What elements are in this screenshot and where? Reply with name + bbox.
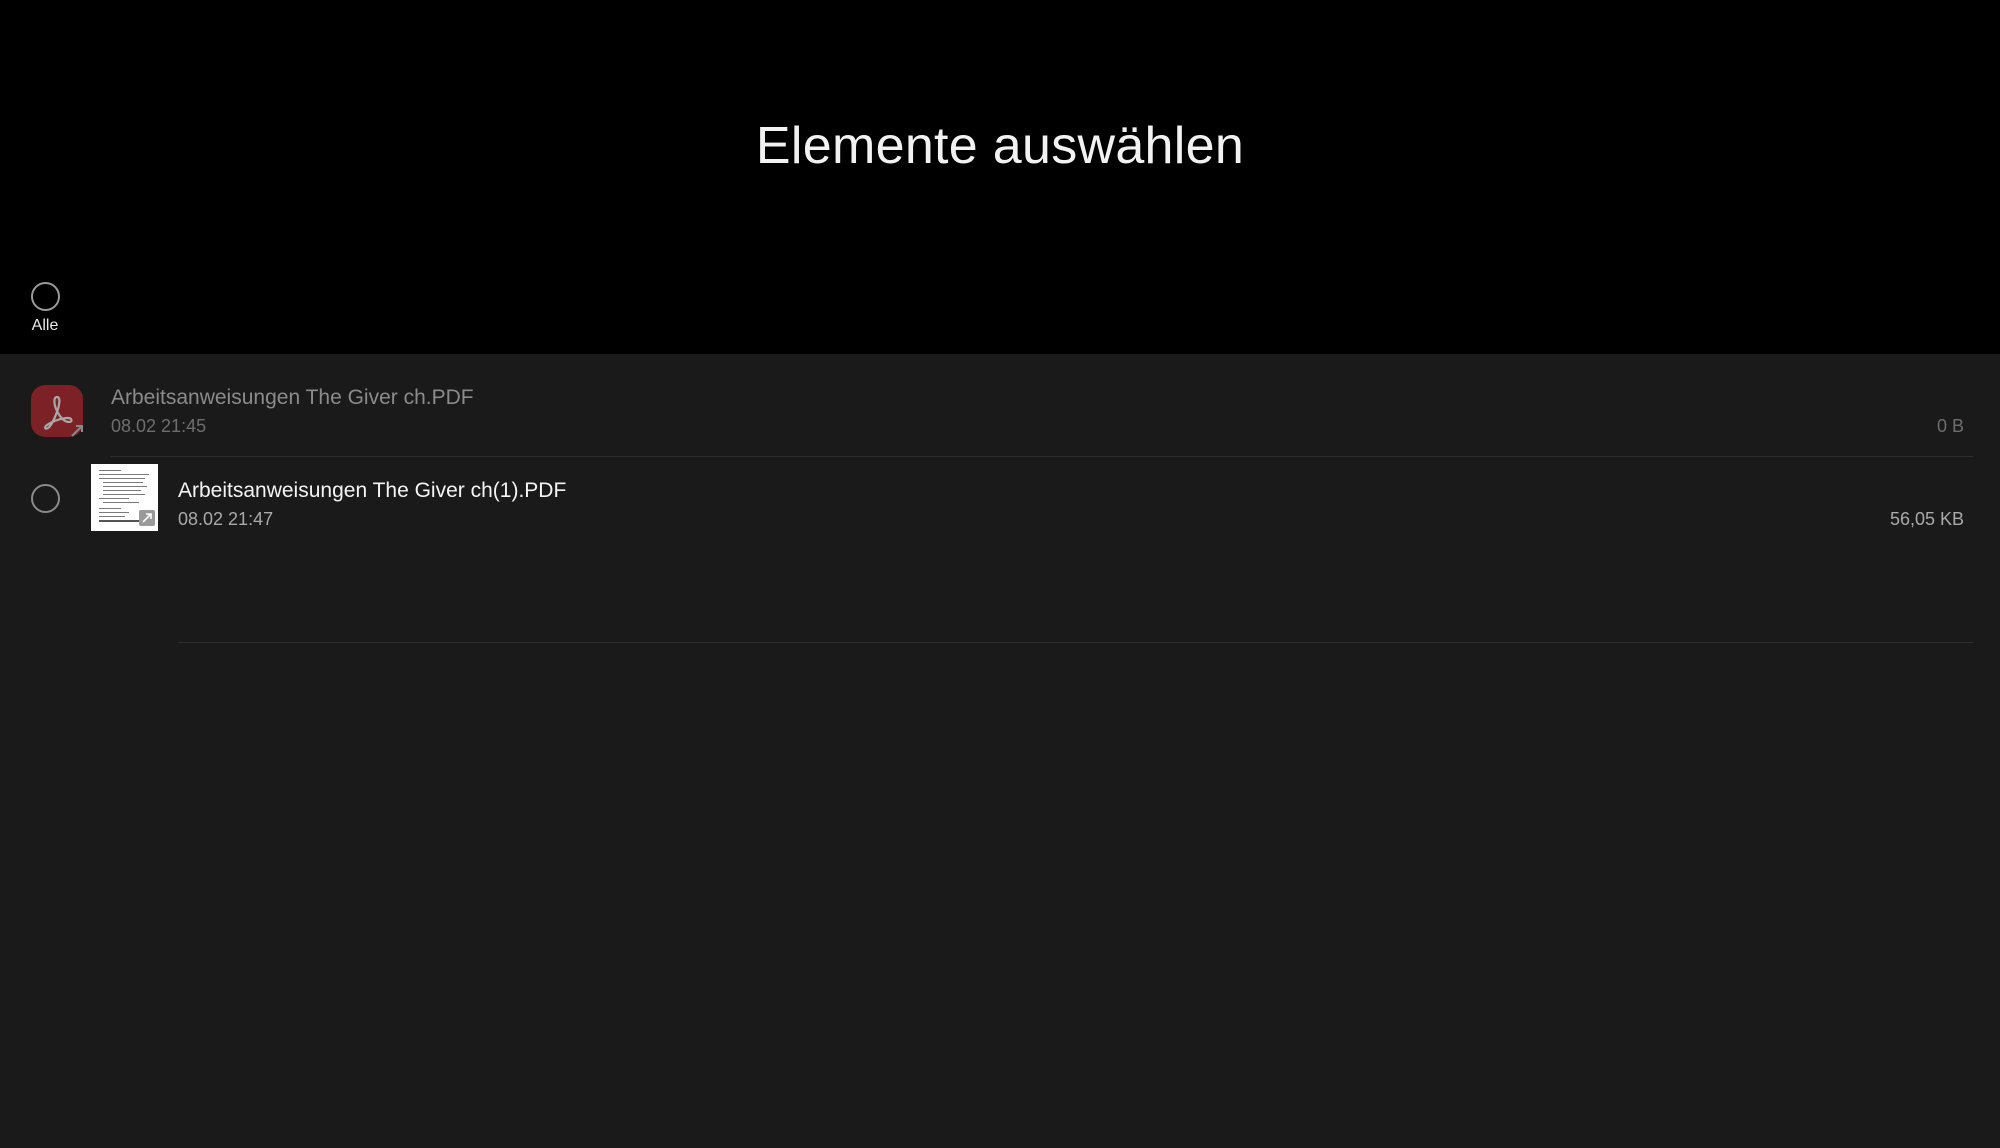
divider [178,642,1973,643]
file-size: 56,05 KB [1889,509,1964,529]
select-all-label: Alle [31,317,59,334]
select-all-radio[interactable] [30,282,60,311]
list-item: Arbeitsanweisungen The Giver ch.PDF 08.0… [0,354,2000,457]
file-list: Arbeitsanweisungen The Giver ch.PDF 08.0… [0,354,2000,1148]
file-name: Arbeitsanweisungen The Giver ch.PDF [111,386,474,409]
header: Elemente auswählen Alle [0,0,2000,354]
shortcut-arrow-icon [71,425,83,437]
shortcut-badge-icon [139,510,155,526]
file-size: 0 B [1936,416,1964,436]
file-date: 08.02 21:47 [178,509,274,529]
document-thumbnail [91,464,158,531]
page-title: Elemente auswählen [755,117,1245,175]
list-item[interactable]: Arbeitsanweisungen The Giver ch(1).PDF 0… [0,447,2000,643]
file-date: 08.02 21:45 [111,416,207,436]
item-select-radio[interactable] [31,484,60,513]
select-all-toggle[interactable]: Alle [24,282,66,335]
file-name: Arbeitsanweisungen The Giver ch(1).PDF [178,479,567,502]
